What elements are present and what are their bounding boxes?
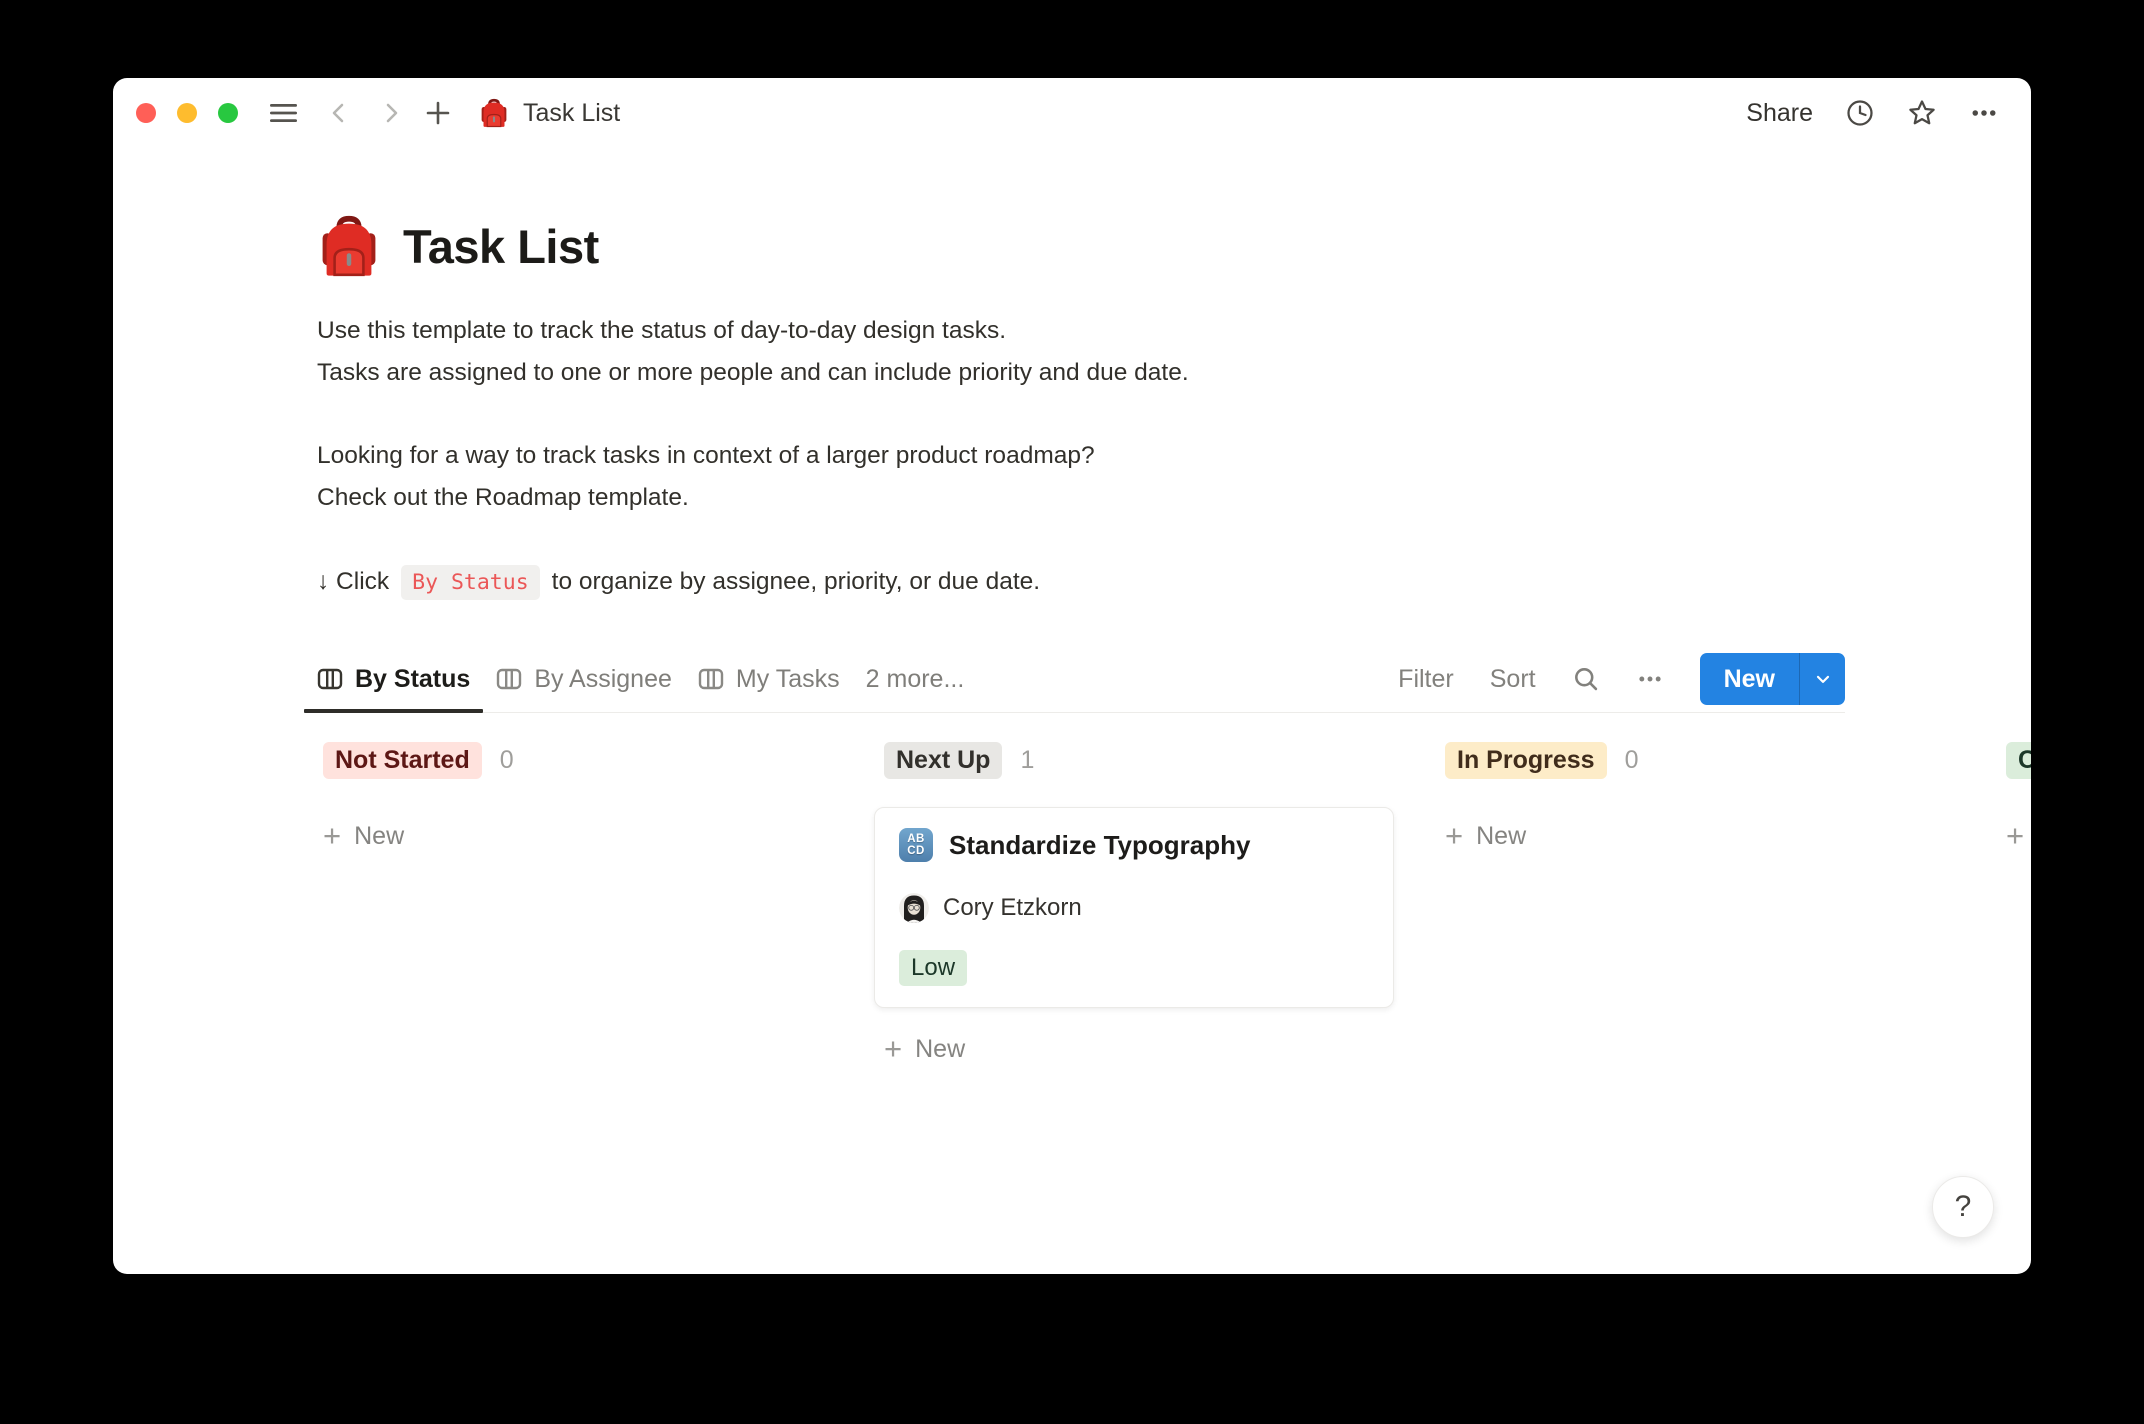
status-badge-not-started: Not Started <box>323 742 482 779</box>
status-badge-complete: Complete <box>2006 742 2031 779</box>
window-controls <box>136 103 238 123</box>
hint-code-by-status: By Status <box>401 565 540 600</box>
add-card-label: New <box>915 1035 965 1064</box>
assignee-name: Cory Etzkorn <box>943 894 1082 922</box>
more-options-ellipsis-icon[interactable] <box>1969 98 1999 128</box>
kanban-board: Not Started 0 + New Next Up 1 ABCD Stand… <box>313 742 2031 1067</box>
add-card-label: New <box>1476 822 1526 851</box>
board-column-next-up: Next Up 1 ABCD Standardize Typography Co… <box>874 742 1394 1067</box>
add-card-button[interactable]: + New <box>1445 818 1526 854</box>
tab-label: My Tasks <box>736 665 840 694</box>
column-header[interactable]: Not Started 0 <box>323 742 833 778</box>
tab-label: By Status <box>355 665 470 694</box>
column-count: 1 <box>1020 746 1034 775</box>
card-title: Standardize Typography <box>949 830 1250 861</box>
notion-window: Task List Share Task List <box>113 78 2031 1274</box>
roadmap-paragraph: Looking for a way to track tasks in cont… <box>317 435 1095 519</box>
tab-label: 2 more... <box>866 665 965 694</box>
roadmap-line: Check out the Roadmap template. <box>317 484 689 511</box>
page-heading: Task List <box>317 214 599 278</box>
tab-label: By Assignee <box>534 665 672 694</box>
sidebar-menu-icon[interactable] <box>270 102 297 124</box>
task-card[interactable]: ABCD Standardize Typography Cory Etzkorn… <box>874 807 1394 1008</box>
card-title-row: ABCD Standardize Typography <box>899 827 1369 863</box>
card-tags-row: Low <box>899 950 1369 986</box>
page-content: Task List Use this template to track the… <box>317 78 1845 1274</box>
tab-by-status[interactable]: By Status <box>304 646 483 712</box>
help-label: ? <box>1955 1190 1972 1224</box>
page-title: Task List <box>403 219 599 274</box>
view-options-ellipsis-icon[interactable] <box>1636 665 1664 693</box>
desktop-background: Task List Share Task List <box>0 0 2144 1424</box>
column-header[interactable]: Next Up 1 <box>884 742 1394 778</box>
fullscreen-window-button[interactable] <box>218 103 238 123</box>
sort-button[interactable]: Sort <box>1490 665 1536 694</box>
add-card-button[interactable]: + New <box>884 1031 965 1067</box>
board-view-icon <box>317 667 343 691</box>
plus-icon: + <box>2006 821 2024 851</box>
column-header[interactable]: Complete <box>2006 742 2031 778</box>
column-header[interactable]: In Progress 0 <box>1445 742 1955 778</box>
updates-clock-icon[interactable] <box>1845 98 1875 128</box>
tab-more-views[interactable]: 2 more... <box>853 646 978 712</box>
minimize-window-button[interactable] <box>177 103 197 123</box>
assignee-avatar <box>899 893 929 923</box>
tab-my-tasks[interactable]: My Tasks <box>685 646 853 712</box>
plus-icon: + <box>323 821 341 851</box>
favorite-star-icon[interactable] <box>1907 98 1937 128</box>
close-window-button[interactable] <box>136 103 156 123</box>
new-button[interactable]: New <box>1700 653 1799 705</box>
plus-icon: + <box>884 1034 902 1064</box>
intro-line: Tasks are assigned to one or more people… <box>317 359 1189 386</box>
view-toolbar: By Status By Assignee My Tasks <box>317 646 1845 713</box>
board-view-icon <box>496 667 522 691</box>
plus-icon: + <box>1445 821 1463 851</box>
board-column-in-progress: In Progress 0 + New <box>1435 742 1955 1067</box>
board-view-icon <box>698 667 724 691</box>
board-column-not-started: Not Started 0 + New <box>313 742 833 1067</box>
card-assignee-row: Cory Etzkorn <box>899 891 1369 925</box>
filter-button[interactable]: Filter <box>1398 665 1454 694</box>
intro-line: Use this template to track the status of… <box>317 317 1006 344</box>
help-button[interactable]: ? <box>1932 1176 1994 1238</box>
priority-badge-low: Low <box>899 950 967 986</box>
hint-line: ↓ Click By Status to organize by assigne… <box>317 560 1040 604</box>
hint-prefix: ↓ Click <box>317 568 389 596</box>
intro-paragraph: Use this template to track the status of… <box>317 310 1189 394</box>
add-card-label: New <box>354 822 404 851</box>
column-count: 0 <box>500 746 514 775</box>
status-badge-in-progress: In Progress <box>1445 742 1607 779</box>
new-dropdown-chevron-icon[interactable] <box>1799 653 1845 705</box>
roadmap-line: Looking for a way to track tasks in cont… <box>317 442 1095 469</box>
add-card-button[interactable]: + New <box>2006 818 2031 854</box>
tab-by-assignee[interactable]: By Assignee <box>483 646 685 712</box>
board-column-complete: Complete + New <box>1996 742 2031 1067</box>
view-controls: Filter Sort New <box>1398 646 1845 712</box>
abcd-emoji-icon: ABCD <box>899 828 933 862</box>
column-count: 0 <box>1625 746 1639 775</box>
search-icon[interactable] <box>1572 665 1600 693</box>
hint-suffix: to organize by assignee, priority, or du… <box>552 568 1040 596</box>
status-badge-next-up: Next Up <box>884 742 1002 779</box>
view-tabs: By Status By Assignee My Tasks <box>304 646 977 712</box>
new-split-button: New <box>1700 653 1845 705</box>
backpack-emoji-icon <box>317 214 381 278</box>
add-card-button[interactable]: + New <box>323 818 404 854</box>
